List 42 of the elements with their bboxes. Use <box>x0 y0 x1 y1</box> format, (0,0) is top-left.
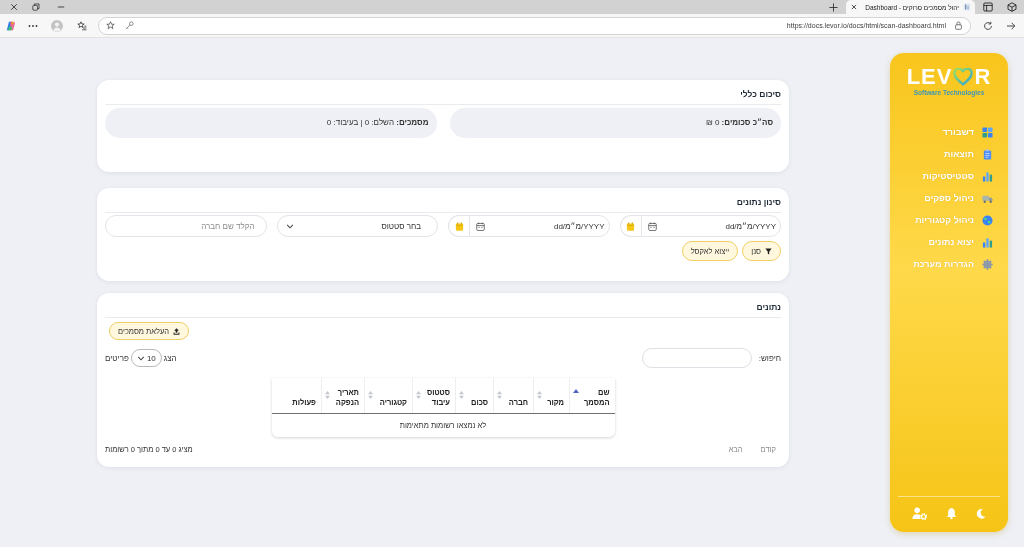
close-icon[interactable] <box>10 3 18 11</box>
section-title: סינון נתונים <box>105 196 781 213</box>
calendar-icon <box>476 221 485 231</box>
lock-icon[interactable] <box>954 21 963 30</box>
calendar-icon <box>454 221 464 231</box>
close-icon[interactable] <box>851 4 857 10</box>
calendar-icon <box>626 221 635 231</box>
logo-text: LEV <box>906 66 953 88</box>
date-field[interactable]: dd/מ״מ/YYYY <box>640 215 781 237</box>
forward-icon[interactable] <box>1006 20 1016 31</box>
bar-chart-icon <box>982 170 993 182</box>
grid-icon <box>982 126 993 138</box>
upload-icon <box>173 327 181 335</box>
globe-icon <box>982 214 993 226</box>
section-title: סיכום כללי <box>105 88 781 105</box>
gear-icon <box>982 258 993 270</box>
star-list-icon[interactable] <box>77 20 87 31</box>
window-panel-icon[interactable] <box>983 2 993 12</box>
search-label: חיפוש: <box>758 353 781 363</box>
funnel-icon <box>765 247 772 255</box>
page-size-label: הצג <box>163 353 177 363</box>
refresh-icon[interactable] <box>983 20 993 31</box>
key-icon[interactable] <box>125 21 134 30</box>
colorful-logo-icon[interactable] <box>6 20 16 31</box>
summary-stat: מסמכים: השלם: 0 | בעיבוד: 0 <box>105 108 437 138</box>
date-field[interactable]: dd/מ״מ/YYYY <box>469 215 610 237</box>
page-size-label: פריטים <box>105 353 129 363</box>
clipboard-icon <box>982 148 993 160</box>
logo-text: R <box>974 66 992 88</box>
section-title: נתונים <box>105 301 781 318</box>
star-icon[interactable] <box>106 21 115 30</box>
new-tab-icon[interactable] <box>829 2 838 12</box>
chevron-down-icon <box>285 223 294 229</box>
company-name-field[interactable]: הקלד שם חברה <box>105 215 267 237</box>
calendar-icon <box>647 221 657 231</box>
page-icon <box>963 3 971 11</box>
cube-icon[interactable] <box>1007 2 1017 12</box>
search-field[interactable] <box>641 348 752 368</box>
restore-icon[interactable] <box>32 3 40 11</box>
bar-chart-icon <box>982 236 993 248</box>
chevron-down-icon <box>136 355 145 361</box>
heart-icon <box>953 68 974 86</box>
